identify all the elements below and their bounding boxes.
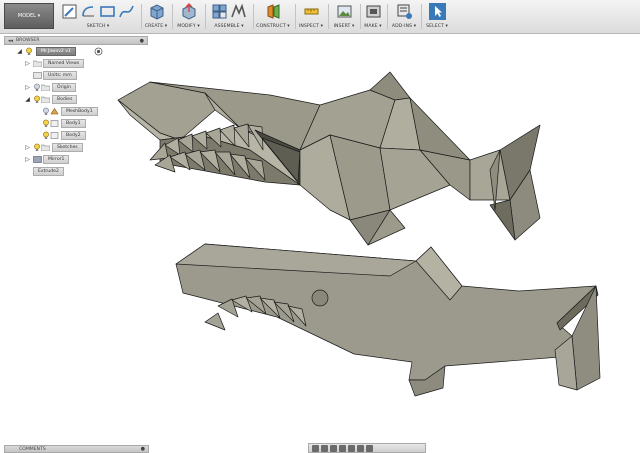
collapse-triangle-icon[interactable]: ◢ (24, 96, 31, 103)
expand-triangle-icon[interactable]: ▷ (24, 60, 31, 67)
make-menu-label[interactable]: MAKE ▾ (362, 24, 384, 29)
folder-icon (41, 96, 50, 103)
activate-radio-icon[interactable] (94, 47, 103, 56)
browser-item-label: Units: mm (43, 71, 77, 80)
comments-panel[interactable]: COMMENTS ● (4, 445, 149, 453)
expand-triangle-icon[interactable]: ▷ (24, 84, 31, 91)
comments-title: COMMENTS (19, 447, 46, 452)
folder-icon (41, 84, 50, 91)
pin-icon[interactable]: ● (140, 38, 144, 44)
spline-icon[interactable] (118, 3, 135, 20)
browser-item-label: Bodies (52, 95, 78, 104)
insert-image-icon[interactable] (336, 3, 353, 20)
browser-item-label: Body2 (61, 131, 86, 140)
browser-panel: ◂◂ BROWSER ● ◢ Mr.Jawsv2 v1 ▷ Named View… (0, 34, 150, 214)
visibility-bulb-icon[interactable] (25, 47, 33, 56)
visibility-bulb-icon[interactable] (33, 143, 41, 152)
scripts-icon[interactable] (396, 3, 413, 20)
inspect-menu-label[interactable]: INSPECT ▾ (297, 24, 325, 29)
toolbar: MODEL ▾ SKETCH ▾ CREATE ▾ MODIFY ▾ ASSEM… (0, 0, 640, 34)
extruded-shark-body[interactable] (175, 243, 601, 397)
inspect-group[interactable]: INSPECT ▾ (297, 3, 325, 31)
body-icon (50, 132, 59, 139)
joint-icon[interactable] (230, 3, 247, 20)
visibility-bulb-icon[interactable] (33, 95, 41, 104)
browser-item-label: Extrude2 (33, 167, 64, 176)
browser-item-label: Origin (52, 83, 76, 92)
assemble-menu-label[interactable]: ASSEMBLE ▾ (207, 24, 251, 29)
root-component-label: Mr.Jawsv2 v1 (36, 47, 76, 56)
pin-icon[interactable]: ● (141, 446, 145, 452)
insert-group[interactable]: INSERT ▾ (330, 3, 358, 31)
press-pull-icon[interactable] (180, 3, 197, 20)
body-icon (50, 120, 59, 127)
box-icon[interactable] (148, 3, 165, 20)
collapse-icon[interactable]: ◂◂ (8, 38, 13, 44)
browser-item-label: Mirror1 (43, 155, 70, 164)
select-arrow-icon[interactable] (428, 3, 446, 20)
mesh-body-icon (50, 108, 59, 115)
assemble-group[interactable]: ASSEMBLE ▾ (207, 3, 251, 31)
folder-icon (33, 60, 42, 67)
arc-icon[interactable] (80, 3, 97, 20)
select-group[interactable]: SELECT ▾ (423, 3, 451, 31)
visibility-bulb-icon[interactable] (42, 107, 50, 116)
select-menu-label[interactable]: SELECT ▾ (423, 24, 451, 29)
chevron-down-icon: ▾ (37, 13, 41, 19)
expand-triangle-icon[interactable]: ▷ (24, 156, 31, 163)
browser-item-label: MeshBody1 (61, 107, 98, 116)
visibility-bulb-icon[interactable] (42, 119, 50, 128)
workspace-label: MODEL (17, 13, 36, 19)
workspace-switcher[interactable]: MODEL ▾ (4, 3, 54, 29)
visibility-bulb-icon[interactable] (42, 131, 50, 140)
navigation-bar (308, 443, 426, 453)
insert-menu-label[interactable]: INSERT ▾ (330, 24, 358, 29)
construct-menu-label[interactable]: CONSTRUCT ▾ (254, 24, 292, 29)
sketch-menu-label[interactable]: SKETCH ▾ (58, 24, 138, 29)
measure-icon[interactable] (303, 3, 320, 20)
construct-group[interactable]: CONSTRUCT ▾ (254, 3, 292, 31)
addins-menu-label[interactable]: ADD-INS ▾ (389, 24, 419, 29)
browser-header[interactable]: ◂◂ BROWSER ● (4, 36, 148, 45)
browser-item-label: Sketches (52, 143, 83, 152)
modify-menu-label[interactable]: MODIFY ▾ (175, 24, 202, 29)
make-group[interactable]: MAKE ▾ (362, 3, 384, 31)
new-component-icon[interactable] (211, 3, 228, 20)
create-sketch-icon[interactable] (61, 3, 78, 20)
browser-item-label: Body1 (61, 119, 86, 128)
expand-triangle-icon[interactable]: ▷ (24, 144, 31, 151)
rectangle-icon[interactable] (99, 3, 116, 20)
modify-group[interactable]: MODIFY ▾ (175, 3, 202, 31)
browser-title: BROWSER (16, 38, 40, 43)
addins-group[interactable]: ADD-INS ▾ (389, 3, 419, 31)
mesh-shark-model[interactable] (117, 71, 541, 246)
sketch-group[interactable]: SKETCH ▾ (58, 3, 138, 31)
create-group[interactable]: CREATE ▾ (144, 3, 168, 31)
visibility-bulb-icon[interactable] (33, 83, 41, 92)
3d-print-icon[interactable] (365, 3, 382, 20)
offset-plane-icon[interactable] (265, 3, 282, 20)
create-menu-label[interactable]: CREATE ▾ (144, 24, 168, 29)
folder-icon (41, 144, 50, 151)
expand-triangle-icon[interactable]: ◢ (16, 48, 23, 55)
mirror-feature-icon (33, 156, 42, 163)
browser-item-label: Named Views (43, 59, 85, 68)
units-icon (33, 72, 42, 79)
